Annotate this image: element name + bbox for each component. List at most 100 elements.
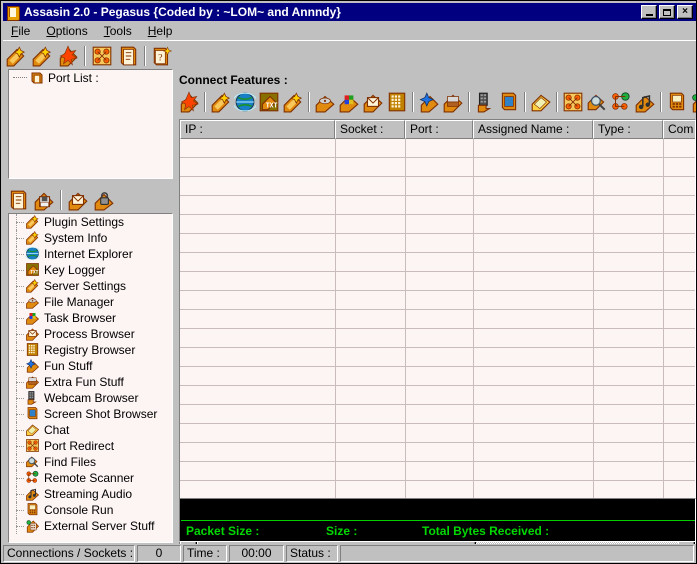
connect-icon[interactable] — [177, 89, 201, 115]
port-scanner-icon[interactable] — [90, 44, 114, 68]
feature-item-plugin-settings[interactable]: Plugin Settings — [9, 214, 172, 230]
feature-item-label: Key Logger — [44, 262, 105, 278]
external-server-icon[interactable] — [689, 89, 697, 115]
column-header-com[interactable]: Com — [663, 120, 696, 139]
table-row[interactable] — [180, 462, 695, 481]
feature-item-label: System Info — [44, 230, 107, 246]
table-row[interactable] — [180, 424, 695, 443]
open-plugin-icon — [7, 189, 29, 211]
table-row[interactable] — [180, 272, 695, 291]
maximize-button[interactable] — [659, 5, 675, 19]
column-header-type[interactable]: Type : — [593, 120, 663, 139]
table-row[interactable] — [180, 139, 695, 158]
console-run-icon — [25, 502, 41, 518]
table-row[interactable] — [180, 177, 695, 196]
feature-item-server-settings[interactable]: Server Settings — [9, 278, 172, 294]
feature-item-external-server-stuff[interactable]: External Server Stuff — [9, 518, 172, 534]
list-body[interactable] — [180, 139, 695, 527]
feature-item-screen-shot-browser[interactable]: Screen Shot Browser — [9, 406, 172, 422]
column-header-socket[interactable]: Socket : — [335, 120, 405, 139]
table-row[interactable] — [180, 158, 695, 177]
menu-help[interactable]: Help — [140, 22, 181, 40]
feature-item-registry-browser[interactable]: Registry Browser — [9, 342, 172, 358]
feature-item-internet-explorer[interactable]: Internet Explorer — [9, 246, 172, 262]
feature-item-find-files[interactable]: Find Files — [9, 454, 172, 470]
menu-tools[interactable]: Tools — [96, 22, 140, 40]
tree-item-port-list[interactable]: Port List : — [9, 70, 172, 86]
remote-scanner-icon[interactable] — [609, 89, 633, 115]
extra-fun-stuff-icon — [25, 374, 41, 390]
chat-icon — [530, 91, 552, 113]
feature-item-webcam-browser[interactable]: Webcam Browser — [9, 390, 172, 406]
import-icon[interactable] — [66, 188, 90, 212]
feature-item-system-info[interactable]: System Info — [9, 230, 172, 246]
menu-file[interactable]: File — [3, 22, 38, 40]
extra-fun-stuff-icon[interactable] — [441, 89, 465, 115]
console-run-icon[interactable] — [665, 89, 689, 115]
table-row[interactable] — [180, 443, 695, 462]
lock-settings-icon[interactable] — [92, 188, 116, 212]
feature-item-console-run[interactable]: Console Run — [9, 502, 172, 518]
feature-item-remote-scanner[interactable]: Remote Scanner — [9, 470, 172, 486]
column-header-port[interactable]: Port : — [405, 120, 473, 139]
feature-item-file-manager[interactable]: File Manager — [9, 294, 172, 310]
column-header-ip[interactable]: IP : — [180, 120, 335, 139]
connections-list-view[interactable]: IP :Socket :Port :Assigned Name :Type :C… — [179, 119, 696, 547]
tree-connector — [12, 470, 25, 486]
add-connection-icon[interactable] — [30, 44, 54, 68]
open-plugin-icon[interactable] — [6, 188, 30, 212]
table-row[interactable] — [180, 253, 695, 272]
registry-browser-icon[interactable] — [385, 89, 409, 115]
streaming-audio-icon[interactable] — [633, 89, 657, 115]
tree-connector — [12, 422, 25, 438]
menu-options[interactable]: Options — [38, 22, 95, 40]
table-row[interactable] — [180, 405, 695, 424]
feature-item-process-browser[interactable]: Process Browser — [9, 326, 172, 342]
column-header-assigned-name[interactable]: Assigned Name : — [473, 120, 593, 139]
table-row[interactable] — [180, 367, 695, 386]
close-button[interactable]: × — [677, 5, 693, 19]
port-redirect-icon[interactable] — [561, 89, 585, 115]
task-browser-icon[interactable] — [337, 89, 361, 115]
total-bytes-label: Total Bytes Received : — [422, 524, 549, 538]
tree-connector — [12, 246, 25, 262]
minimize-button[interactable] — [641, 5, 657, 19]
feature-item-fun-stuff[interactable]: Fun Stuff — [9, 358, 172, 374]
plugin-settings-icon[interactable] — [209, 89, 233, 115]
webcam-browser-icon[interactable] — [473, 89, 497, 115]
port-list-tree[interactable]: Port List : — [8, 69, 173, 179]
new-connection-icon[interactable] — [4, 44, 28, 68]
feature-item-task-browser[interactable]: Task Browser — [9, 310, 172, 326]
file-manager-icon[interactable] — [313, 89, 337, 115]
screenshot-browser-icon[interactable] — [497, 89, 521, 115]
feature-item-label: Extra Fun Stuff — [44, 374, 124, 390]
help-topics-icon[interactable]: ? — [150, 44, 174, 68]
internet-explorer-icon[interactable] — [233, 89, 257, 115]
tree-connector — [12, 278, 25, 294]
table-row[interactable] — [180, 310, 695, 329]
chat-icon[interactable] — [529, 89, 553, 115]
find-files-icon[interactable] — [585, 89, 609, 115]
server-settings-icon[interactable] — [281, 89, 305, 115]
feature-item-key-logger[interactable]: TXTKey Logger — [9, 262, 172, 278]
table-row[interactable] — [180, 348, 695, 367]
feature-item-extra-fun-stuff[interactable]: Extra Fun Stuff — [9, 374, 172, 390]
notes-icon[interactable] — [116, 44, 140, 68]
table-row[interactable] — [180, 291, 695, 310]
remove-connection-icon[interactable] — [56, 44, 80, 68]
plugin-settings-icon — [25, 214, 41, 230]
feature-item-port-redirect[interactable]: Port Redirect — [9, 438, 172, 454]
table-row[interactable] — [180, 215, 695, 234]
table-row[interactable] — [180, 234, 695, 253]
table-row[interactable] — [180, 196, 695, 215]
table-row[interactable] — [180, 386, 695, 405]
feature-item-chat[interactable]: Chat — [9, 422, 172, 438]
feature-item-streaming-audio[interactable]: Streaming Audio — [9, 486, 172, 502]
connect-features-title: Connect Features : — [179, 73, 288, 87]
fun-stuff-icon[interactable] — [417, 89, 441, 115]
key-logger-icon[interactable]: TXT — [257, 89, 281, 115]
save-settings-icon[interactable] — [32, 188, 56, 212]
process-browser-icon[interactable] — [361, 89, 385, 115]
features-tree[interactable]: Plugin Settings System Info Internet Exp… — [8, 213, 173, 543]
table-row[interactable] — [180, 329, 695, 348]
